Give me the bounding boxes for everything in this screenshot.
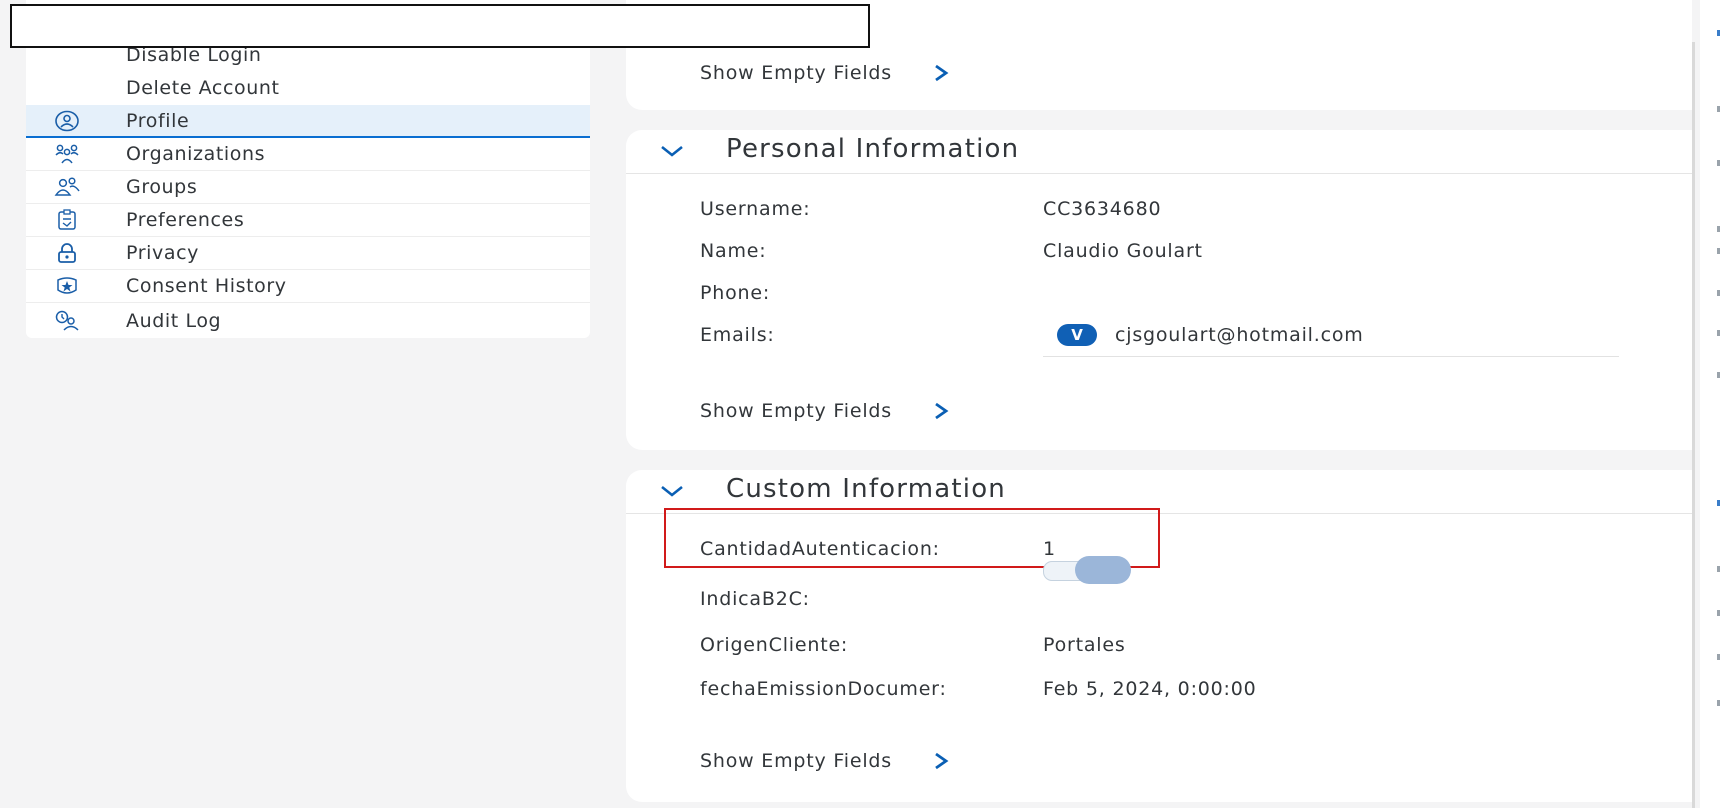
- name-value: Claudio Goulart: [1043, 240, 1203, 262]
- edge-mark: [1717, 290, 1720, 296]
- chevron-down-icon[interactable]: [660, 142, 684, 160]
- sidebar-item-label: Preferences: [126, 209, 245, 231]
- fecha-emission-label: fechaEmissionDocumer:: [700, 678, 947, 700]
- sidebar-item-audit-log[interactable]: Audit Log: [26, 304, 590, 337]
- section-title: Personal Information: [726, 134, 1020, 164]
- edge-mark: [1717, 248, 1720, 254]
- sidebar-item-profile[interactable]: Profile: [26, 105, 590, 138]
- sidebar-item-privacy[interactable]: Privacy: [26, 237, 590, 270]
- edge-mark: [1717, 610, 1720, 616]
- custom-information-card: Custom Information CantidadAutenticacion…: [626, 470, 1692, 802]
- emails-label: Emails:: [700, 324, 775, 346]
- cantidad-autenticacion-label: CantidadAutenticacion:: [700, 538, 940, 560]
- sidebar: Disable Login Delete Account Profile Org…: [26, 0, 590, 338]
- edge-mark: [1717, 654, 1720, 660]
- fecha-emission-value: Feb 5, 2024, 0:00:00: [1043, 678, 1257, 700]
- consent-history-icon: [54, 275, 80, 297]
- profile-icon: [54, 110, 80, 132]
- sidebar-item-label: Consent History: [126, 275, 287, 297]
- chevron-right-icon: [935, 402, 949, 420]
- edge-mark: [1717, 160, 1720, 166]
- show-empty-fields-button[interactable]: Show Empty Fields: [700, 62, 950, 84]
- adjacent-panel-edge: [1700, 0, 1722, 808]
- sidebar-item-label: Privacy: [126, 242, 199, 264]
- scrollbar-track[interactable]: [1692, 42, 1695, 808]
- indica-b2c-toggle[interactable]: [1043, 556, 1131, 584]
- origen-cliente-label: OrigenCliente:: [700, 634, 849, 656]
- edge-mark: [1717, 330, 1720, 336]
- sidebar-item-label: Groups: [126, 176, 198, 198]
- show-empty-fields-button[interactable]: Show Empty Fields: [700, 400, 950, 422]
- sidebar-item-organizations[interactable]: Organizations: [26, 138, 590, 171]
- edge-mark: [1717, 226, 1720, 232]
- indica-b2c-label: IndicaB2C:: [700, 588, 810, 610]
- sidebar-item-groups[interactable]: Groups: [26, 171, 590, 204]
- sidebar-item-label: Organizations: [126, 143, 266, 165]
- username-value: CC3634680: [1043, 198, 1162, 220]
- sidebar-item-consent-history[interactable]: Consent History: [26, 270, 590, 303]
- personal-information-header[interactable]: Personal Information: [626, 130, 1692, 174]
- chevron-right-icon: [935, 64, 949, 82]
- sidebar-item-label: Delete Account: [126, 76, 280, 99]
- show-empty-fields-button[interactable]: Show Empty Fields: [700, 750, 950, 772]
- chevron-right-icon: [935, 752, 949, 770]
- personal-information-card: Personal Information Username: CC3634680…: [626, 130, 1692, 450]
- chevron-down-icon[interactable]: [660, 482, 684, 500]
- edge-mark: [1717, 500, 1720, 506]
- audit-log-icon: [54, 310, 80, 332]
- edge-mark: [1717, 372, 1720, 378]
- preferences-icon: [54, 209, 80, 231]
- edge-mark: [1717, 566, 1720, 572]
- phone-label: Phone:: [700, 282, 771, 304]
- toggle-knob: [1075, 556, 1131, 584]
- organizations-icon: [54, 143, 80, 165]
- username-label: Username:: [700, 198, 811, 220]
- sidebar-item-label: Profile: [126, 109, 190, 132]
- top-overlay-box: [10, 4, 870, 48]
- show-empty-fields-label: Show Empty Fields: [700, 400, 892, 422]
- show-empty-fields-label: Show Empty Fields: [700, 750, 892, 772]
- edge-mark: [1717, 30, 1720, 36]
- email-value: cjsgoulart@hotmail.com: [1115, 324, 1364, 346]
- section-title: Custom Information: [726, 474, 1006, 504]
- groups-icon: [54, 176, 80, 198]
- name-label: Name:: [700, 240, 767, 262]
- sidebar-item-delete-account[interactable]: Delete Account: [26, 71, 590, 104]
- origen-cliente-value: Portales: [1043, 634, 1126, 656]
- lock-icon: [54, 242, 80, 264]
- verified-badge: V: [1057, 324, 1097, 346]
- email-list-item: V cjsgoulart@hotmail.com: [1043, 314, 1619, 357]
- sidebar-item-label: Audit Log: [126, 309, 222, 332]
- sidebar-item-preferences[interactable]: Preferences: [26, 204, 590, 237]
- show-empty-fields-label: Show Empty Fields: [700, 62, 892, 84]
- edge-mark: [1717, 700, 1720, 706]
- edge-mark: [1717, 106, 1720, 112]
